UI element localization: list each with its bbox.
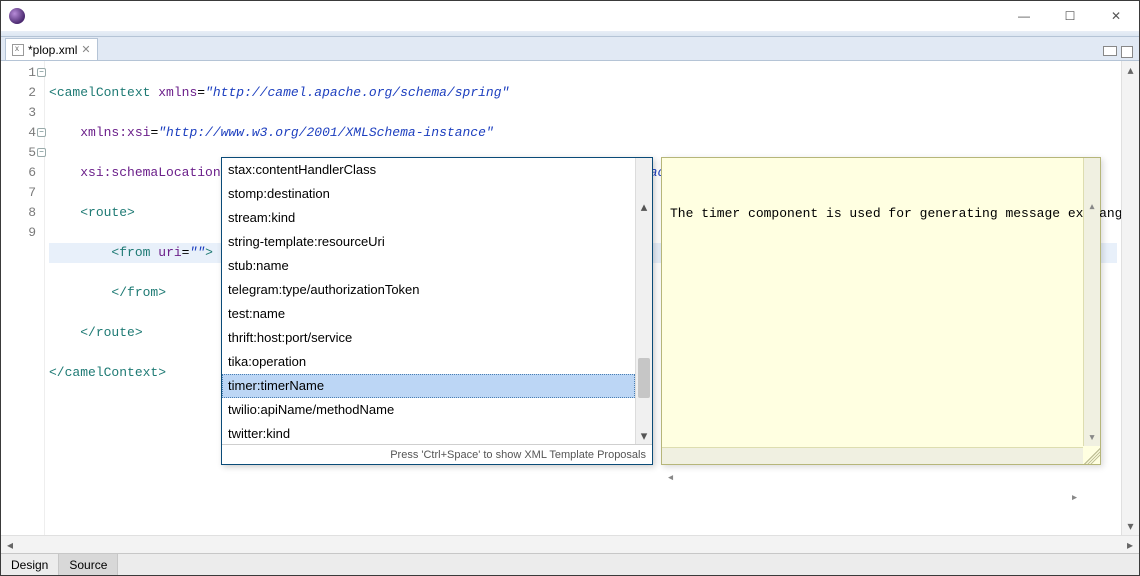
editor-tab-plop[interactable]: *plop.xml ✕ bbox=[5, 38, 98, 60]
completion-item[interactable]: twilio:apiName/methodName bbox=[222, 398, 635, 422]
code-line: xmlns:xsi="http://www.w3.org/2001/XMLSch… bbox=[49, 123, 1117, 143]
line-number: 2 bbox=[1, 83, 44, 103]
completion-item[interactable]: test:name bbox=[222, 302, 635, 326]
scroll-right-icon[interactable]: ▸ bbox=[1066, 488, 1083, 508]
resize-grip-icon[interactable] bbox=[1084, 448, 1100, 464]
tabstrip-right bbox=[1103, 46, 1139, 60]
completion-item[interactable]: string-template:resourceUri bbox=[222, 230, 635, 254]
documentation-text: The timer component is used for generati… bbox=[670, 204, 1092, 224]
doc-vscrollbar[interactable]: ▴ ▾ bbox=[1083, 158, 1100, 446]
code-line: <camelContext xmlns="http://camel.apache… bbox=[49, 83, 1117, 103]
scroll-track[interactable] bbox=[1122, 79, 1139, 517]
scroll-down-icon[interactable]: ▾ bbox=[636, 427, 652, 444]
completion-item[interactable]: timer:timerName bbox=[222, 374, 635, 398]
editor-hscrollbar[interactable]: ◂ ▸ bbox=[1, 535, 1139, 553]
line-number: 1− bbox=[1, 63, 44, 83]
titlebar-left bbox=[9, 8, 31, 24]
editor-vscrollbar[interactable]: ▴ ▾ bbox=[1121, 61, 1139, 535]
completion-item[interactable]: thrift:host:port/service bbox=[222, 326, 635, 350]
tab-design[interactable]: Design bbox=[1, 554, 59, 575]
line-number: 9 bbox=[1, 223, 44, 243]
close-icon: ✕ bbox=[1111, 9, 1121, 23]
completion-item[interactable]: twitter:kind bbox=[222, 422, 635, 444]
close-button[interactable]: ✕ bbox=[1093, 1, 1139, 31]
scroll-down-icon[interactable]: ▾ bbox=[1122, 517, 1139, 535]
scroll-left-icon[interactable]: ◂ bbox=[662, 468, 679, 488]
editor-area: 1− 2 3 4− 5− 6 7 8 9 <camelContext xmlns… bbox=[1, 61, 1139, 535]
completion-item[interactable]: stomp:destination bbox=[222, 182, 635, 206]
tab-close-icon[interactable]: ✕ bbox=[81, 43, 90, 56]
tab-source[interactable]: Source bbox=[59, 554, 118, 575]
minimize-button[interactable]: — bbox=[1001, 1, 1047, 31]
scroll-left-icon[interactable]: ◂ bbox=[1, 536, 19, 553]
completion-scrollbar[interactable]: ▴ ▾ bbox=[635, 158, 652, 444]
line-number: 6 bbox=[1, 163, 44, 183]
maximize-icon: ☐ bbox=[1065, 9, 1076, 23]
completion-item[interactable]: telegram:type/authorizationToken bbox=[222, 278, 635, 302]
bottom-tabstrip: Design Source bbox=[1, 553, 1139, 575]
line-number: 4− bbox=[1, 123, 44, 143]
maximize-button[interactable]: ☐ bbox=[1047, 1, 1093, 31]
line-number: 5− bbox=[1, 143, 44, 163]
documentation-panel: The timer component is used for generati… bbox=[661, 157, 1101, 465]
window-controls: — ☐ ✕ bbox=[1001, 1, 1139, 31]
eclipse-icon bbox=[9, 8, 25, 24]
completion-item[interactable]: tika:operation bbox=[222, 350, 635, 374]
scroll-right-icon[interactable]: ▸ bbox=[1121, 536, 1139, 553]
scroll-thumb[interactable] bbox=[638, 358, 650, 398]
line-gutter: 1− 2 3 4− 5− 6 7 8 9 bbox=[1, 61, 45, 535]
tab-filename: *plop.xml bbox=[28, 43, 77, 57]
completion-popup: stax:contentHandlerClassstomp:destinatio… bbox=[221, 157, 653, 465]
scroll-up-icon[interactable]: ▴ bbox=[636, 198, 652, 215]
completion-item[interactable]: stub:name bbox=[222, 254, 635, 278]
line-number: 8 bbox=[1, 203, 44, 223]
window: — ☐ ✕ *plop.xml ✕ 1− 2 3 4− 5− 6 7 8 9 <… bbox=[0, 0, 1140, 576]
scroll-up-icon[interactable]: ▴ bbox=[1084, 198, 1100, 215]
line-number: 7 bbox=[1, 183, 44, 203]
line-number: 3 bbox=[1, 103, 44, 123]
scroll-up-icon[interactable]: ▴ bbox=[1122, 61, 1139, 79]
scroll-track[interactable] bbox=[59, 536, 1081, 553]
minimize-icon: — bbox=[1018, 9, 1030, 23]
scroll-down-icon[interactable]: ▾ bbox=[1084, 429, 1100, 446]
editor-tabstrip: *plop.xml ✕ bbox=[1, 37, 1139, 61]
xml-file-icon bbox=[12, 44, 24, 56]
completion-item[interactable]: stax:contentHandlerClass bbox=[222, 158, 635, 182]
editor-minimize-icon[interactable] bbox=[1103, 46, 1117, 56]
completion-footer: Press 'Ctrl+Space' to show XML Template … bbox=[222, 444, 652, 464]
editor-maximize-icon[interactable] bbox=[1121, 46, 1133, 58]
code-editor[interactable]: <camelContext xmlns="http://camel.apache… bbox=[45, 61, 1121, 535]
completion-list: stax:contentHandlerClassstomp:destinatio… bbox=[222, 158, 652, 444]
titlebar: — ☐ ✕ bbox=[1, 1, 1139, 31]
completion-item[interactable]: stream:kind bbox=[222, 206, 635, 230]
doc-hscrollbar[interactable]: ◂ ▸ bbox=[662, 447, 1083, 464]
content-assist-wrap: stax:contentHandlerClassstomp:destinatio… bbox=[221, 157, 1101, 465]
